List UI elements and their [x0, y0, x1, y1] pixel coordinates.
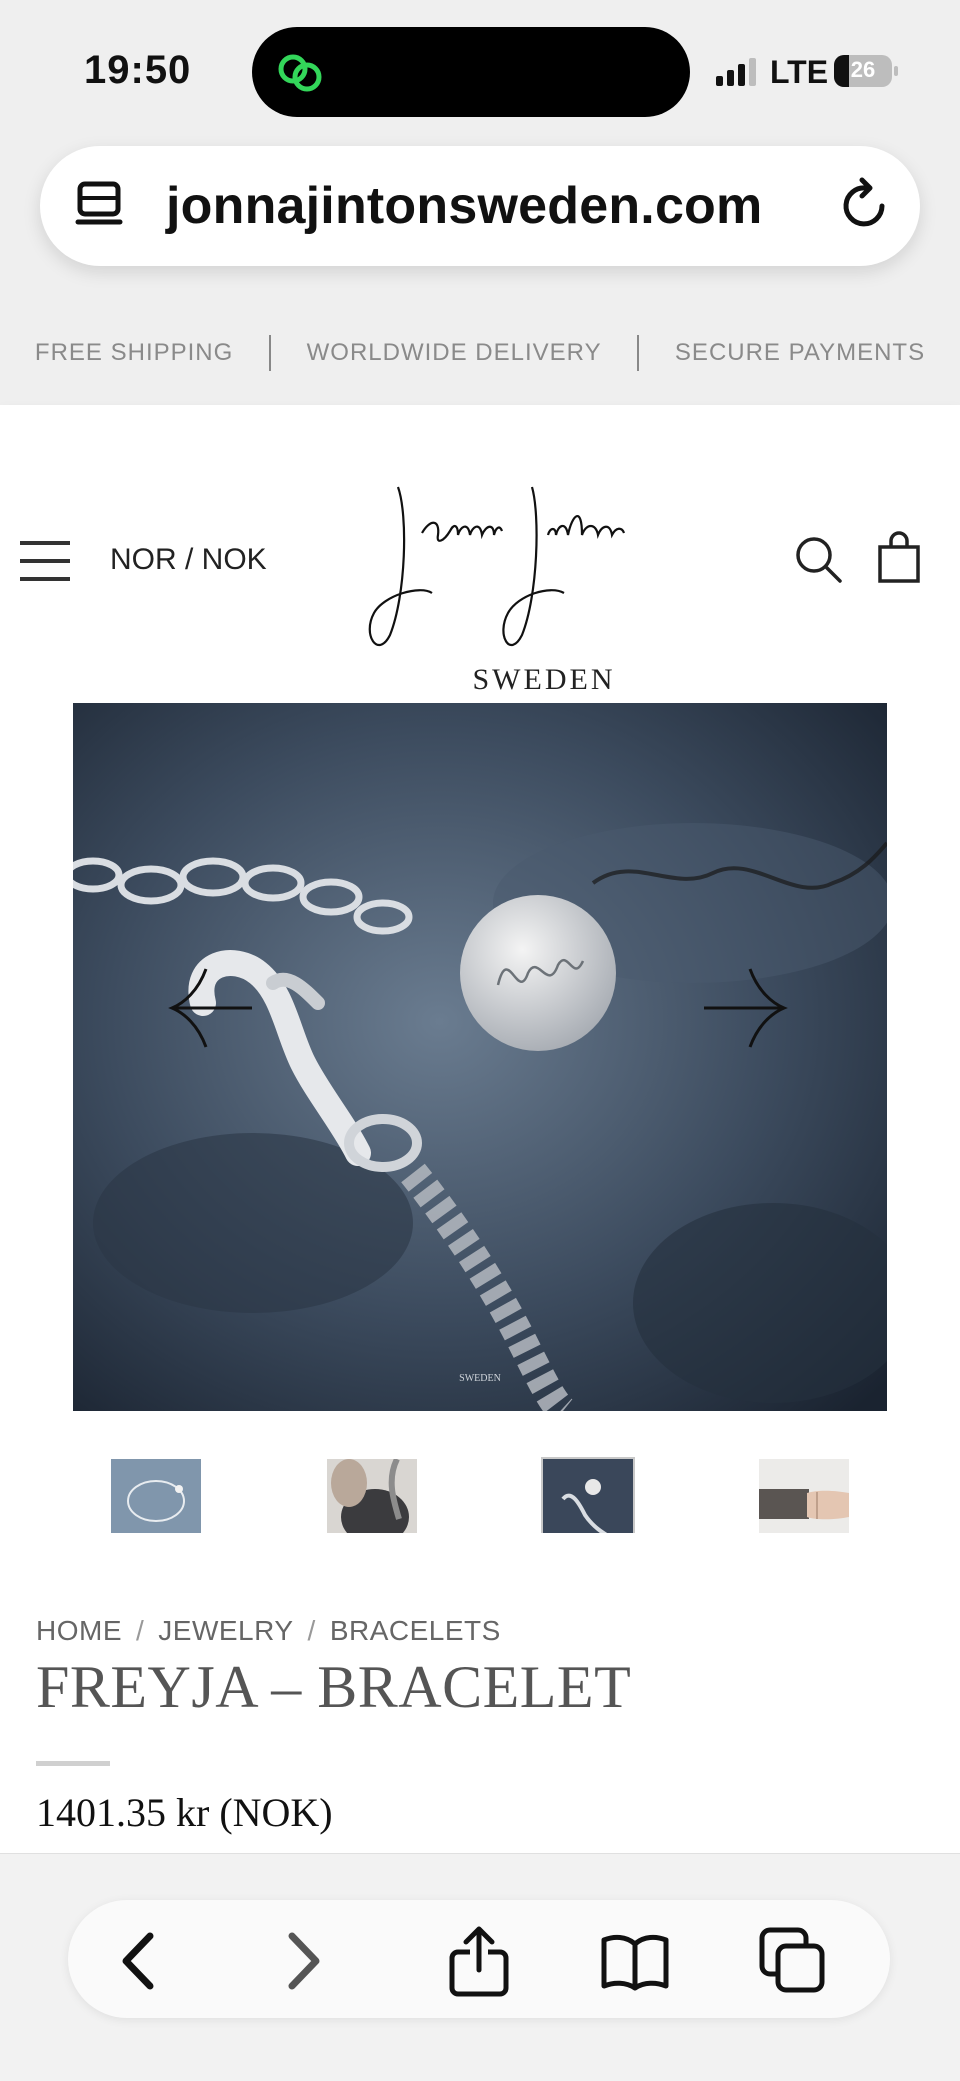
battery-icon: 26 — [834, 55, 898, 87]
logo-script-icon — [368, 486, 626, 646]
svg-text:SWEDEN: SWEDEN — [459, 1373, 501, 1384]
dynamic-island-link-icon — [278, 54, 322, 92]
promo-divider — [637, 335, 640, 371]
hamburger-menu-icon[interactable] — [18, 539, 72, 583]
battery-percent: 26 — [850, 57, 876, 82]
logo-subtitle: SWEDEN — [472, 663, 616, 696]
signal-icon — [716, 58, 756, 86]
back-icon[interactable] — [104, 1924, 178, 1998]
search-icon[interactable] — [792, 533, 844, 585]
share-icon[interactable] — [442, 1924, 516, 1998]
thumbnail-3[interactable] — [541, 1457, 635, 1541]
dynamic-island — [252, 27, 690, 117]
promo-free-shipping: FREE SHIPPING — [34, 339, 234, 366]
shopping-bag-icon[interactable] — [876, 529, 922, 585]
network-label: LTE — [770, 54, 829, 90]
status-bar: 19:50 LTE 26 — [0, 0, 960, 140]
url-text[interactable]: jonnajintonsweden.com — [166, 176, 762, 236]
promo-secure-payments: SECURE PAYMENTS — [674, 339, 926, 366]
thumbnail-1[interactable] — [111, 1459, 201, 1539]
thumbnail-2[interactable] — [327, 1459, 417, 1539]
currency-selector[interactable]: NOR / NOK — [110, 543, 267, 577]
arrow-left-icon[interactable] — [166, 963, 256, 1053]
thumbnail-strip — [0, 1457, 960, 1541]
product-info: HOME / JEWELRY / BRACELETS FREYJA – BRACELET… — [0, 1533, 960, 1853]
product-price: 1401.35 kr (NOK) — [36, 1790, 333, 1835]
reader-mode-icon[interactable] — [74, 178, 130, 234]
product-title: FREYJA – BRACELET — [36, 1654, 632, 1720]
bracelet-photo: SWEDEN — [73, 703, 887, 1411]
site-header: NOR / NOK SWEDEN — [0, 405, 960, 703]
arrow-right-icon[interactable] — [700, 963, 790, 1053]
browser-toolbar — [0, 1853, 960, 2081]
title-divider — [36, 1761, 110, 1766]
breadcrumb-separator: / — [136, 1615, 145, 1646]
toolbar-pill — [68, 1900, 890, 2018]
promo-divider — [268, 335, 271, 371]
breadcrumb-jewelry[interactable]: JEWELRY — [158, 1615, 293, 1646]
breadcrumb-home[interactable]: HOME — [36, 1615, 122, 1646]
reload-icon[interactable] — [836, 176, 896, 236]
tabs-icon[interactable] — [756, 1924, 830, 1998]
breadcrumb: HOME / JEWELRY / BRACELETS — [36, 1615, 501, 1647]
bookmarks-icon[interactable] — [598, 1924, 672, 1998]
thumbnail-4[interactable] — [759, 1459, 849, 1539]
promo-bar: FREE SHIPPING WORLDWIDE DELIVERY SECURE … — [0, 335, 960, 375]
promo-worldwide-delivery: WORLDWIDE DELIVERY — [306, 339, 602, 366]
product-gallery: SWEDEN — [0, 703, 960, 1541]
status-time: 19:50 — [84, 48, 192, 92]
breadcrumb-separator: / — [307, 1615, 316, 1646]
forward-icon[interactable] — [264, 1924, 338, 1998]
site-logo[interactable]: SWEDEN — [360, 475, 650, 696]
address-bar[interactable]: jonnajintonsweden.com — [40, 146, 920, 266]
breadcrumb-bracelets[interactable]: BRACELETS — [330, 1615, 501, 1646]
product-main-image[interactable]: SWEDEN — [73, 703, 887, 1411]
